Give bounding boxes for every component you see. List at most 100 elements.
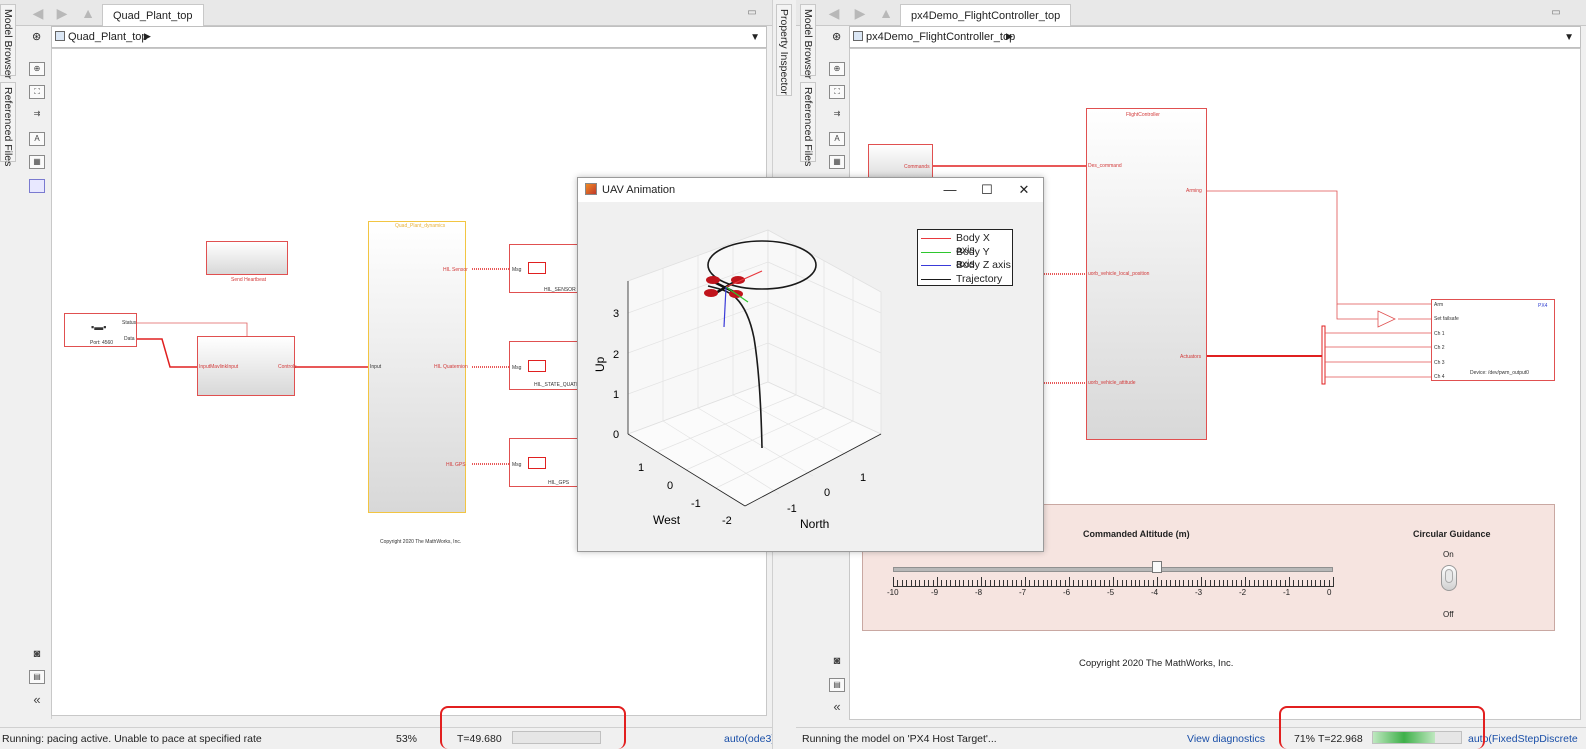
model-browser-tab[interactable]: Model Browser <box>0 4 16 79</box>
subsystem-input-label: Input <box>370 364 382 370</box>
hil-sensor-block[interactable]: Msg <box>509 244 579 293</box>
property-icon[interactable]: ▤ <box>829 678 845 692</box>
px4-label: PX4 <box>1538 303 1548 309</box>
slider-tick <box>1297 580 1299 587</box>
arrow-icon[interactable]: ⇉ <box>29 108 45 122</box>
slider-tick <box>1245 577 1246 587</box>
slider-tick <box>954 580 956 587</box>
slider-tick <box>1205 580 1207 587</box>
annotation-icon[interactable]: A <box>29 132 45 146</box>
back-icon[interactable]: ◀ <box>30 6 46 20</box>
area-icon[interactable] <box>29 179 45 193</box>
breadcrumb-arrow-icon[interactable]: ▶ <box>1006 31 1013 42</box>
slider-tick <box>1051 580 1053 587</box>
left-solver[interactable]: auto(ode3) <box>724 733 775 745</box>
legend-line-trajectory <box>921 279 951 280</box>
slider-tick <box>1108 580 1110 587</box>
hil-sensor-signal: HIL Sensor <box>443 267 468 273</box>
guidance-toggle[interactable] <box>1441 565 1457 591</box>
slider-tick <box>1064 580 1066 587</box>
slider-tick <box>897 580 899 587</box>
model-browser-tab[interactable]: Model Browser <box>800 4 816 79</box>
zoom-icon[interactable]: ⊕ <box>829 62 845 76</box>
slider-tick <box>1091 580 1092 587</box>
port-label: Port: 4560 <box>90 340 114 346</box>
px4-pwm-block[interactable]: PX4 Arm Set failsafe Ch 1 Ch 2 Ch 3 Ch 4… <box>1431 299 1555 381</box>
camera-icon[interactable]: ◙ <box>829 655 845 669</box>
collapse-icon[interactable]: « <box>29 693 45 708</box>
up-icon[interactable]: ▲ <box>878 6 894 20</box>
west-tick-2: -1 <box>691 498 701 510</box>
slider-thumb[interactable] <box>1152 561 1162 573</box>
slider-tick <box>1003 580 1004 587</box>
back-icon[interactable]: ◀ <box>826 6 842 20</box>
slider-tick <box>915 580 916 587</box>
zoom-icon[interactable]: ⊕ <box>29 62 45 76</box>
z-tick-3: 3 <box>613 308 619 320</box>
slider-label: -1 <box>1283 588 1291 597</box>
matlab-icon <box>585 183 597 195</box>
forward-icon[interactable]: ▶ <box>54 6 70 20</box>
window-titlebar[interactable]: UAV Animation — ☐ ✕ <box>578 178 1043 202</box>
property-icon[interactable]: ▤ <box>29 670 45 684</box>
slider-tick <box>1099 580 1101 587</box>
toggle-knob <box>1445 569 1453 583</box>
z-tick-0: 0 <box>613 429 619 441</box>
legend-item-x: Body X axis <box>921 232 1011 256</box>
envelope-icon <box>528 262 546 274</box>
slider-tick <box>998 580 1000 587</box>
slider-tick <box>1328 580 1330 587</box>
maximize-icon[interactable]: ☐ <box>977 181 997 199</box>
slider-tick <box>981 577 982 587</box>
view-diagnostics-link[interactable]: View diagnostics <box>1187 733 1265 745</box>
fit-view-icon[interactable]: ⛶ <box>29 85 45 99</box>
camera-icon[interactable]: ◙ <box>29 648 45 662</box>
slider-tick <box>1284 580 1286 587</box>
slider-tick <box>1271 580 1273 587</box>
slider-tick <box>1214 580 1216 587</box>
referenced-files-label: Referenced Files <box>2 87 14 167</box>
fit-view-icon[interactable]: ⛶ <box>829 85 845 99</box>
altitude-slider[interactable]: -10 -9 -8 -7 -6 -5 -4 -3 -2 -1 0 <box>887 561 1334 605</box>
device-label: Device: /dev/pwm_output0 <box>1470 370 1529 376</box>
left-address-bar[interactable]: Quad_Plant_top ▶ ▼ <box>51 26 767 48</box>
close-icon[interactable]: ✕ <box>1014 181 1034 199</box>
z-axis-label: Up <box>593 356 607 372</box>
right-address-text: px4Demo_FlightController_top <box>866 31 1016 43</box>
right-address-bar[interactable]: px4Demo_FlightController_top ▶ ▼ <box>849 26 1581 48</box>
slider-tick <box>1289 577 1290 587</box>
tab-quad-plant[interactable]: Quad_Plant_top <box>102 4 204 26</box>
hide-explorer-icon[interactable]: ▭ <box>1548 6 1564 20</box>
minimize-icon[interactable]: — <box>940 181 960 199</box>
referenced-files-tab[interactable]: Referenced Files <box>0 82 16 166</box>
slider-tick <box>1069 577 1070 587</box>
forward-icon[interactable]: ▶ <box>852 6 868 20</box>
model-browser-label: Model Browser <box>2 9 14 80</box>
arrow-icon[interactable]: ⇉ <box>829 108 845 122</box>
right-tabbar: ◀ ▶ ▲ px4Demo_FlightController_top ▭ <box>796 0 1586 26</box>
slider-tick <box>1333 577 1334 587</box>
commands-label: Commands <box>904 164 930 170</box>
up-icon[interactable]: ▲ <box>80 6 96 20</box>
property-inspector-tab[interactable]: Property Inspector <box>776 4 792 96</box>
explorer-back-icon[interactable]: ⊛ <box>832 30 841 43</box>
slider-tick <box>1082 580 1084 587</box>
tab-flight-controller[interactable]: px4Demo_FlightController_top <box>900 4 1072 26</box>
chevron-down-icon[interactable]: ▼ <box>750 32 760 43</box>
slider-tick <box>1227 580 1229 587</box>
send-heartbeat-block[interactable] <box>206 241 288 275</box>
explorer-back-icon[interactable]: ⊛ <box>32 30 41 43</box>
left-address-text: Quad_Plant_top <box>68 31 148 43</box>
collapse-icon[interactable]: « <box>829 700 845 715</box>
legend-item-y: Body Y axis <box>921 246 1011 270</box>
image-icon[interactable]: ▦ <box>29 155 45 169</box>
off-label: Off <box>1443 610 1454 619</box>
chevron-down-icon[interactable]: ▼ <box>1564 32 1574 43</box>
breadcrumb-arrow-icon[interactable]: ▶ <box>144 31 151 42</box>
hide-explorer-icon[interactable]: ▭ <box>744 6 760 20</box>
slider-tick <box>1113 577 1114 587</box>
slider-tick <box>1223 580 1224 587</box>
image-icon[interactable]: ▦ <box>829 155 845 169</box>
annotation-icon[interactable]: A <box>829 132 845 146</box>
referenced-files-tab[interactable]: Referenced Files <box>800 82 816 166</box>
